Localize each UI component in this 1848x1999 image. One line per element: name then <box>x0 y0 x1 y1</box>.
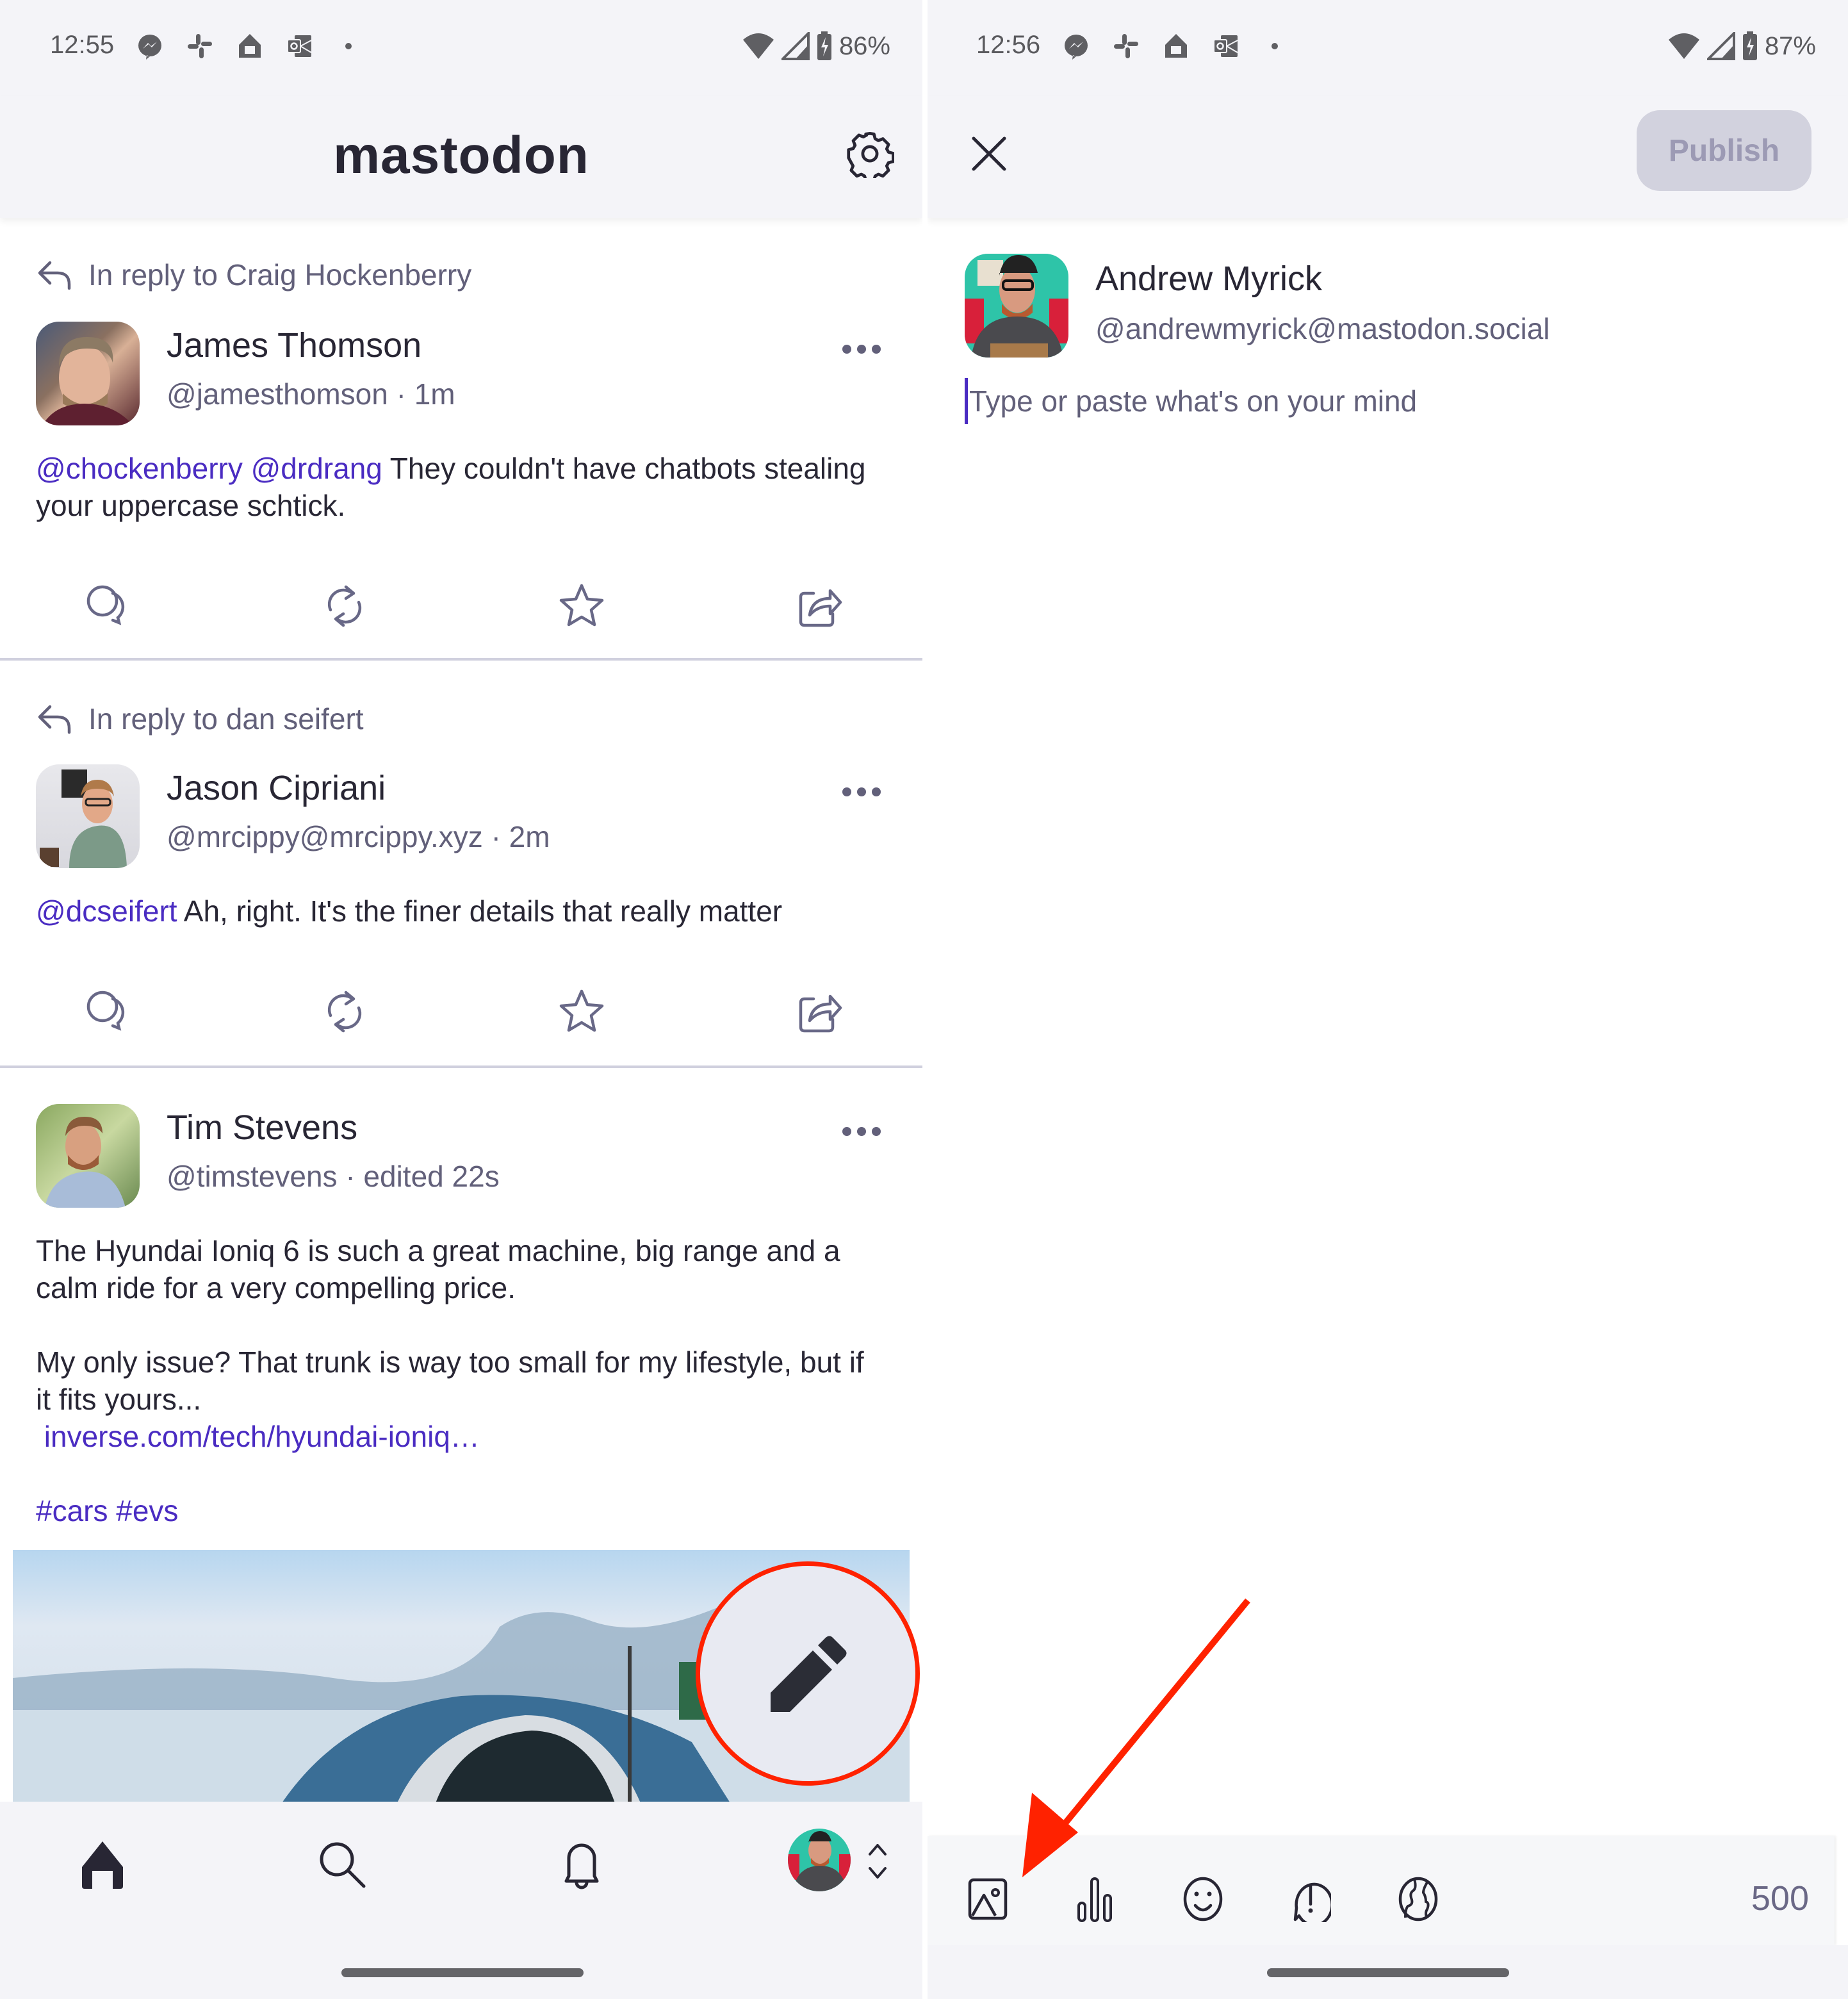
reply-arrow-icon <box>38 705 71 734</box>
share-icon[interactable] <box>794 987 843 1036</box>
avatar-photo <box>42 337 133 425</box>
cell-signal-icon <box>781 32 810 60</box>
compose-screen: 12:56 87% Publish Andrew Myrick @andrewm… <box>928 0 1848 1999</box>
more-dot-icon <box>345 43 352 49</box>
home-timeline-screen: 12:55 86% mastodon In reply to Craig Hoc… <box>0 0 922 1999</box>
avatar[interactable] <box>36 764 140 868</box>
share-icon[interactable] <box>794 582 843 630</box>
reply-indicator[interactable]: In reply to dan seifert <box>36 702 364 736</box>
reply-arrow-icon <box>38 261 71 290</box>
author-name[interactable]: James Thomson <box>167 325 421 365</box>
avatar[interactable] <box>36 1104 140 1208</box>
avatar-photo <box>40 769 127 868</box>
pencil-icon <box>771 1636 847 1712</box>
composer-name: Andrew Myrick <box>1095 259 1323 298</box>
favorite-icon[interactable] <box>557 582 606 630</box>
account-switcher-chevrons-icon[interactable] <box>866 1839 889 1884</box>
battery-charging-icon <box>1742 31 1757 60</box>
content-warning-icon[interactable] <box>1290 1876 1331 1922</box>
avatar[interactable] <box>36 322 140 425</box>
gesture-home-indicator[interactable] <box>341 1968 584 1977</box>
language-globe-icon[interactable] <box>1398 1876 1439 1922</box>
post-text-input[interactable] <box>965 378 1803 424</box>
app-bar: mastodon <box>0 96 922 218</box>
status-time: 12:55 <box>50 31 115 59</box>
gesture-home-indicator[interactable] <box>1267 1968 1509 1977</box>
reply-to-label: In reply to Craig Hockenberry <box>88 258 472 292</box>
composer-handle: @andrewmyrick@mastodon.social <box>1095 312 1550 345</box>
character-counter: 500 <box>1751 1879 1809 1918</box>
battery-percent: 86% <box>838 31 890 60</box>
post-content: The Hyundai Ioniq 6 is such a great mach… <box>36 1232 884 1529</box>
poll-icon[interactable] <box>1075 1876 1116 1922</box>
author-name[interactable]: Jason Cipriani <box>167 768 386 808</box>
outlook-icon <box>1213 35 1238 57</box>
post-content: @dcseifert Ah, right. It's the finer det… <box>36 893 884 930</box>
reply-icon[interactable] <box>83 582 132 630</box>
emoji-icon[interactable] <box>1182 1876 1223 1922</box>
mention-link[interactable]: @chockenberry @drdrang <box>36 452 382 485</box>
more-dot-icon <box>1272 43 1278 49</box>
timeline-post[interactable]: In reply to Craig Hockenberry James Thom… <box>0 218 922 660</box>
system-tray: 86% <box>742 31 890 62</box>
status-bar: 12:55 86% <box>0 0 922 96</box>
wifi-icon <box>1668 33 1699 59</box>
reply-to-label: In reply to dan seifert <box>88 702 364 736</box>
more-options-icon[interactable] <box>839 1122 884 1141</box>
outlook-icon <box>287 35 312 57</box>
avatar-photo <box>45 1117 126 1208</box>
boost-icon[interactable] <box>320 582 369 630</box>
post-actions <box>0 582 922 639</box>
search-icon[interactable] <box>316 1839 368 1890</box>
google-home-icon <box>239 34 261 58</box>
gear-icon[interactable] <box>846 129 894 178</box>
favorite-icon[interactable] <box>557 987 606 1036</box>
compose-header: Publish <box>928 96 1848 218</box>
author-handle: @mrcippy@mrcippy.xyz · 2m <box>167 820 550 853</box>
notifications-bell-icon[interactable] <box>556 1839 607 1890</box>
add-media-icon[interactable] <box>967 1876 1008 1922</box>
home-icon[interactable] <box>77 1839 128 1890</box>
reply-icon[interactable] <box>83 987 132 1036</box>
timeline-post[interactable]: In reply to dan seifert Jason Cipriani @… <box>0 661 922 1068</box>
compose-fab-button[interactable] <box>696 1561 920 1786</box>
mastodon-logo: mastodon <box>333 126 589 185</box>
author-handle: @timstevens · edited 22s <box>167 1160 500 1193</box>
more-options-icon[interactable] <box>839 340 884 359</box>
compose-toolbar: 500 <box>928 1836 1835 1945</box>
cell-signal-icon <box>1706 32 1735 60</box>
reply-indicator[interactable]: In reply to Craig Hockenberry <box>36 258 471 292</box>
status-time: 12:56 <box>976 31 1041 59</box>
status-bar: 12:56 87% <box>928 0 1848 96</box>
composer-avatar <box>965 254 1068 358</box>
google-home-icon <box>1165 34 1187 58</box>
avatar-photo <box>965 255 1068 358</box>
more-options-icon[interactable] <box>839 782 884 802</box>
avatar-photo <box>788 1831 851 1891</box>
boost-icon[interactable] <box>320 987 369 1036</box>
system-tray: 87% <box>1667 31 1816 62</box>
external-link[interactable]: inverse.com/tech/hyundai-ioniq… <box>36 1420 480 1453</box>
slack-icon <box>188 34 212 58</box>
post-text: The Hyundai Ioniq 6 is such a great mach… <box>36 1234 864 1416</box>
messenger-icon <box>1065 35 1088 60</box>
profile-avatar[interactable] <box>788 1829 851 1891</box>
hashtags[interactable]: #cars #evs <box>36 1494 178 1527</box>
publish-button[interactable]: Publish <box>1637 110 1811 191</box>
slack-icon <box>1114 34 1138 58</box>
mention-link[interactable]: @dcseifert <box>36 894 177 928</box>
battery-percent: 87% <box>1764 31 1816 60</box>
wifi-icon <box>742 33 774 59</box>
author-handle: @jamesthomson · 1m <box>167 377 455 411</box>
close-icon[interactable] <box>970 135 1008 173</box>
post-content: @chockenberry @drdrang They couldn't hav… <box>36 450 884 524</box>
post-text: Ah, right. It's the finer details that r… <box>177 894 783 928</box>
post-actions <box>0 987 922 1045</box>
messenger-icon <box>138 35 161 60</box>
battery-charging-icon <box>817 31 831 60</box>
author-name[interactable]: Tim Stevens <box>167 1108 357 1148</box>
